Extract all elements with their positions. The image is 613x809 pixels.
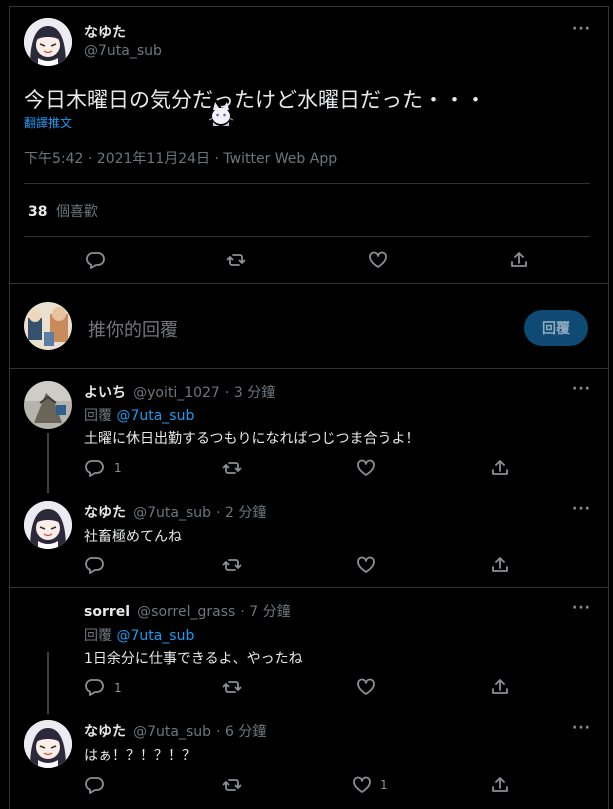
reply-icon[interactable]: [84, 775, 104, 795]
retweet-icon[interactable]: [222, 458, 242, 478]
share-icon[interactable]: [490, 458, 510, 478]
reply-text: 土曜に休日出勤するつもりになればつじつま合うよ！: [84, 431, 420, 447]
reply-author-handle[interactable]: @7uta_sub: [133, 724, 211, 740]
reply-text: 社畜極めてんね: [84, 529, 182, 545]
my-avatar[interactable]: [24, 302, 72, 350]
reply-text: 1日余分に仕事できるよ、やったね: [84, 651, 303, 667]
more-options-icon[interactable]: ···: [572, 21, 591, 37]
share-icon[interactable]: [490, 555, 510, 575]
cat-sticker-icon: [205, 100, 237, 130]
author-name[interactable]: なゆた: [84, 22, 126, 42]
tweet-text: 今日木曜日の気分だったけど水曜日だった・・・: [24, 88, 486, 112]
tweet-timestamp[interactable]: 下午5:42 · 2021年11月24日 · Twitter Web App: [24, 148, 337, 168]
reply-time[interactable]: · 2 分鐘: [216, 505, 266, 521]
reply-time[interactable]: · 3 分鐘: [225, 385, 275, 401]
more-options-icon[interactable]: ···: [572, 501, 591, 517]
like-icon[interactable]: [356, 677, 376, 697]
author-handle[interactable]: @7uta_sub: [84, 43, 162, 59]
more-options-icon[interactable]: ···: [572, 600, 591, 616]
like-icon[interactable]: [368, 250, 388, 270]
reply-text: はぁ！？！？！？: [84, 748, 196, 764]
replying-to-prefix: 回覆: [84, 628, 112, 644]
retweet-icon[interactable]: [222, 555, 242, 575]
reply-author-handle[interactable]: @7uta_sub: [133, 505, 211, 521]
reply-avatar[interactable]: [24, 381, 72, 429]
reply-icon[interactable]: [84, 458, 104, 478]
reply-time[interactable]: · 7 分鐘: [240, 604, 290, 620]
replying-to-handle[interactable]: @7uta_sub: [116, 628, 194, 644]
replying-to-prefix: 回覆: [84, 408, 112, 424]
divider: [10, 283, 608, 284]
reply-author-name[interactable]: なゆた: [84, 505, 126, 521]
divider: [24, 236, 590, 237]
replying-to: 回覆 @7uta_sub: [84, 625, 194, 645]
reply-author-name[interactable]: なゆた: [84, 724, 126, 740]
more-options-icon[interactable]: ···: [572, 381, 591, 397]
reply-icon[interactable]: [84, 677, 104, 697]
replying-to-handle[interactable]: @7uta_sub: [116, 408, 194, 424]
reply-count: 1: [114, 461, 122, 475]
retweet-icon[interactable]: [226, 250, 246, 270]
reply-icon[interactable]: [85, 250, 105, 270]
share-icon[interactable]: [490, 775, 510, 795]
share-icon[interactable]: [490, 677, 510, 697]
translate-tweet-link[interactable]: 翻譯推文: [24, 114, 72, 131]
reply-icon[interactable]: [84, 555, 104, 575]
reply-time[interactable]: · 6 分鐘: [216, 724, 266, 740]
likes-stat[interactable]: 38 個喜歡: [28, 201, 98, 221]
author-avatar[interactable]: [24, 18, 72, 66]
reply-header: なゆた @7uta_sub · 6 分鐘: [84, 721, 266, 741]
reply-button-label: 回覆: [542, 321, 570, 337]
like-count: 1: [380, 778, 388, 792]
reply-header: なゆた @7uta_sub · 2 分鐘: [84, 502, 266, 522]
reply-button[interactable]: 回覆: [524, 310, 588, 346]
thread-line: [47, 652, 49, 714]
retweet-icon[interactable]: [222, 677, 242, 697]
reply-author-handle[interactable]: @sorrel_grass: [137, 604, 235, 620]
divider: [24, 183, 590, 184]
reply-count: 1: [114, 681, 122, 695]
retweet-icon[interactable]: [222, 775, 242, 795]
reply-avatar[interactable]: [24, 501, 72, 549]
more-options-icon[interactable]: ···: [572, 720, 591, 736]
likes-count: 38: [28, 204, 48, 220]
reply-author-name[interactable]: よいち: [84, 385, 126, 401]
share-icon[interactable]: [509, 250, 529, 270]
reply-author-handle[interactable]: @yoiti_1027: [133, 385, 220, 401]
reply-header: よいち @yoiti_1027 · 3 分鐘: [84, 382, 275, 402]
thread-line: [47, 433, 49, 493]
divider: [10, 368, 608, 369]
reply-author-name[interactable]: sorrel: [84, 604, 130, 620]
reply-avatar[interactable]: [24, 720, 72, 768]
reply-header: sorrel @sorrel_grass · 7 分鐘: [84, 601, 291, 621]
reply-input[interactable]: 推你的回覆: [88, 316, 178, 342]
like-icon[interactable]: [356, 555, 376, 575]
divider: [10, 587, 608, 588]
likes-label: 個喜歡: [55, 204, 98, 220]
like-icon[interactable]: [356, 458, 376, 478]
like-icon[interactable]: [352, 775, 372, 795]
replying-to: 回覆 @7uta_sub: [84, 405, 194, 425]
